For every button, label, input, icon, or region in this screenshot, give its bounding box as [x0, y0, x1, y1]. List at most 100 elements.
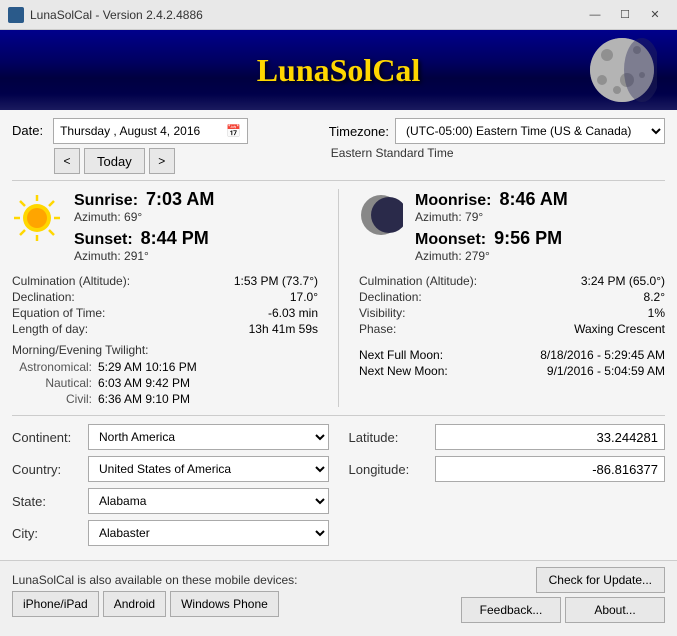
sun-culmination-val: 1:53 PM (73.7°): [234, 274, 318, 288]
sun-declination-val: 17.0°: [290, 290, 318, 304]
sunset-row: Sunset: 8:44 PM: [74, 228, 318, 249]
nautical-times: 6:03 AM 9:42 PM: [98, 376, 190, 390]
prev-date-button[interactable]: <: [54, 148, 80, 174]
state-label: State:: [12, 494, 82, 509]
sunrise-label: Sunrise:: [74, 192, 138, 210]
sun-equation-val: -6.03 min: [268, 306, 318, 320]
country-label: Country:: [12, 462, 82, 477]
sunset-time: 8:44 PM: [141, 228, 209, 249]
check-update-button[interactable]: Check for Update...: [536, 567, 665, 593]
date-tz-row: Date: Thursday , August 4, 2016 📅 < Toda…: [12, 118, 665, 174]
astronomical-times: 5:29 AM 10:16 PM: [98, 360, 197, 374]
latitude-row: Latitude:: [349, 424, 666, 450]
sunrise-azimuth-label: Azimuth:: [74, 210, 121, 224]
next-new-moon-row: Next New Moon: 9/1/2016 - 5:04:59 AM: [359, 363, 665, 379]
moonrise-azimuth-val: 79°: [465, 210, 483, 224]
city-select[interactable]: Alabaster: [88, 520, 329, 546]
moonset-label: Moonset:: [415, 231, 486, 249]
next-full-moon-row: Next Full Moon: 8/18/2016 - 5:29:45 AM: [359, 347, 665, 363]
minimize-button[interactable]: —: [581, 4, 609, 26]
title-bar-controls: — ☐ ✕: [581, 4, 669, 26]
moonrise-azimuth: Azimuth: 79°: [415, 210, 665, 224]
title-bar-title: LunaSolCal - Version 2.4.2.4886: [30, 8, 203, 22]
civil-times: 6:36 AM 9:10 PM: [98, 392, 190, 406]
astronomical-twilight-row: Astronomical: 5:29 AM 10:16 PM: [12, 359, 318, 375]
longitude-row: Longitude:: [349, 456, 666, 482]
tz-section: Timezone: (UTC-05:00) Eastern Time (US &…: [329, 118, 665, 160]
moon-decoration: [587, 35, 657, 105]
sunrise-azimuth-val: 69°: [124, 210, 142, 224]
moon-declination-val: 8.2°: [644, 290, 665, 304]
moon-phase-val: Waxing Crescent: [574, 322, 665, 336]
sun-equation-label: Equation of Time:: [12, 306, 105, 320]
sunrise-azimuth: Azimuth: 69°: [74, 210, 318, 224]
mobile-label: LunaSolCal is also available on these mo…: [12, 573, 298, 587]
today-button[interactable]: Today: [84, 148, 145, 174]
moonset-time: 9:56 PM: [494, 228, 562, 249]
continent-row: Continent: North America: [12, 424, 329, 450]
country-row: Country: United States of America: [12, 456, 329, 482]
moonset-azimuth-label: Azimuth:: [415, 249, 462, 263]
iphone-button[interactable]: iPhone/iPad: [12, 591, 99, 617]
footer: LunaSolCal is also available on these mo…: [0, 560, 677, 629]
tz-description: Eastern Standard Time: [331, 146, 665, 160]
state-row: State: Alabama: [12, 488, 329, 514]
android-button[interactable]: Android: [103, 591, 166, 617]
next-date-button[interactable]: >: [149, 148, 175, 174]
moon-culmination-val: 3:24 PM (65.0°): [581, 274, 665, 288]
moon-column: Moonrise: 8:46 AM Azimuth: 79° Moonset: …: [339, 189, 665, 407]
sun-length-row: Length of day: 13h 41m 59s: [12, 321, 318, 337]
title-bar: LunaSolCal - Version 2.4.2.4886 — ☐ ✕: [0, 0, 677, 30]
moon-culmination-label: Culmination (Altitude):: [359, 274, 477, 288]
windows-phone-button[interactable]: Windows Phone: [170, 591, 279, 617]
city-label: City:: [12, 526, 82, 541]
moon-phase-icon: [359, 193, 403, 237]
app-header: LunaSolCal: [0, 30, 677, 110]
moonrise-row: Moonrise: 8:46 AM: [415, 189, 665, 210]
civil-label: Civil:: [12, 392, 92, 406]
astronomical-label: Astronomical:: [12, 360, 92, 374]
calendar-icon: 📅: [226, 124, 241, 138]
next-new-label: Next New Moon:: [359, 364, 448, 378]
moonrise-azimuth-label: Azimuth:: [415, 210, 462, 224]
maximize-button[interactable]: ☐: [611, 4, 639, 26]
twilight-section: Morning/Evening Twilight: Astronomical: …: [12, 343, 318, 407]
twilight-title: Morning/Evening Twilight:: [12, 343, 318, 357]
about-button[interactable]: About...: [565, 597, 665, 623]
location-left: Continent: North America Country: United…: [12, 424, 329, 552]
civil-twilight-row: Civil: 6:36 AM 9:10 PM: [12, 391, 318, 407]
date-label: Date:: [12, 118, 43, 144]
location-section: Continent: North America Country: United…: [12, 415, 665, 552]
sun-length-val: 13h 41m 59s: [249, 322, 318, 336]
state-select[interactable]: Alabama: [88, 488, 329, 514]
sun-data-table: Culmination (Altitude): 1:53 PM (73.7°) …: [12, 273, 318, 337]
sun-equation-row: Equation of Time: -6.03 min: [12, 305, 318, 321]
continent-select[interactable]: North America: [88, 424, 329, 450]
country-select[interactable]: United States of America: [88, 456, 329, 482]
sun-column: Sunrise: 7:03 AM Azimuth: 69° Sunset: 8:…: [12, 189, 339, 407]
location-right: Latitude: Longitude:: [349, 424, 666, 552]
latitude-input[interactable]: [435, 424, 666, 450]
nautical-label: Nautical:: [12, 376, 92, 390]
moon-data-row: Moonrise: 8:46 AM Azimuth: 79° Moonset: …: [359, 189, 665, 267]
tz-label: Timezone:: [329, 124, 389, 139]
sunset-label: Sunset:: [74, 231, 133, 249]
timezone-select[interactable]: (UTC-05:00) Eastern Time (US & Canada): [395, 118, 665, 144]
sunset-azimuth: Azimuth: 291°: [74, 249, 318, 263]
moon-data-table: Culmination (Altitude): 3:24 PM (65.0°) …: [359, 273, 665, 337]
sun-culmination-row: Culmination (Altitude): 1:53 PM (73.7°): [12, 273, 318, 289]
sunrise-time: 7:03 AM: [146, 189, 214, 210]
sun-declination-row: Declination: 17.0°: [12, 289, 318, 305]
close-button[interactable]: ✕: [641, 4, 669, 26]
sun-icon: [12, 193, 62, 243]
feedback-button[interactable]: Feedback...: [461, 597, 561, 623]
date-input[interactable]: Thursday , August 4, 2016 📅: [53, 118, 248, 144]
latitude-label: Latitude:: [349, 430, 429, 445]
sunrise-row: Sunrise: 7:03 AM: [74, 189, 318, 210]
moon-phase-label: Phase:: [359, 322, 396, 336]
main-content: Date: Thursday , August 4, 2016 📅 < Toda…: [0, 110, 677, 560]
longitude-input[interactable]: [435, 456, 666, 482]
moon-declination-row: Declination: 8.2°: [359, 289, 665, 305]
mobile-btns: iPhone/iPad Android Windows Phone: [12, 591, 298, 617]
action-btns-row: Feedback... About...: [461, 597, 665, 623]
